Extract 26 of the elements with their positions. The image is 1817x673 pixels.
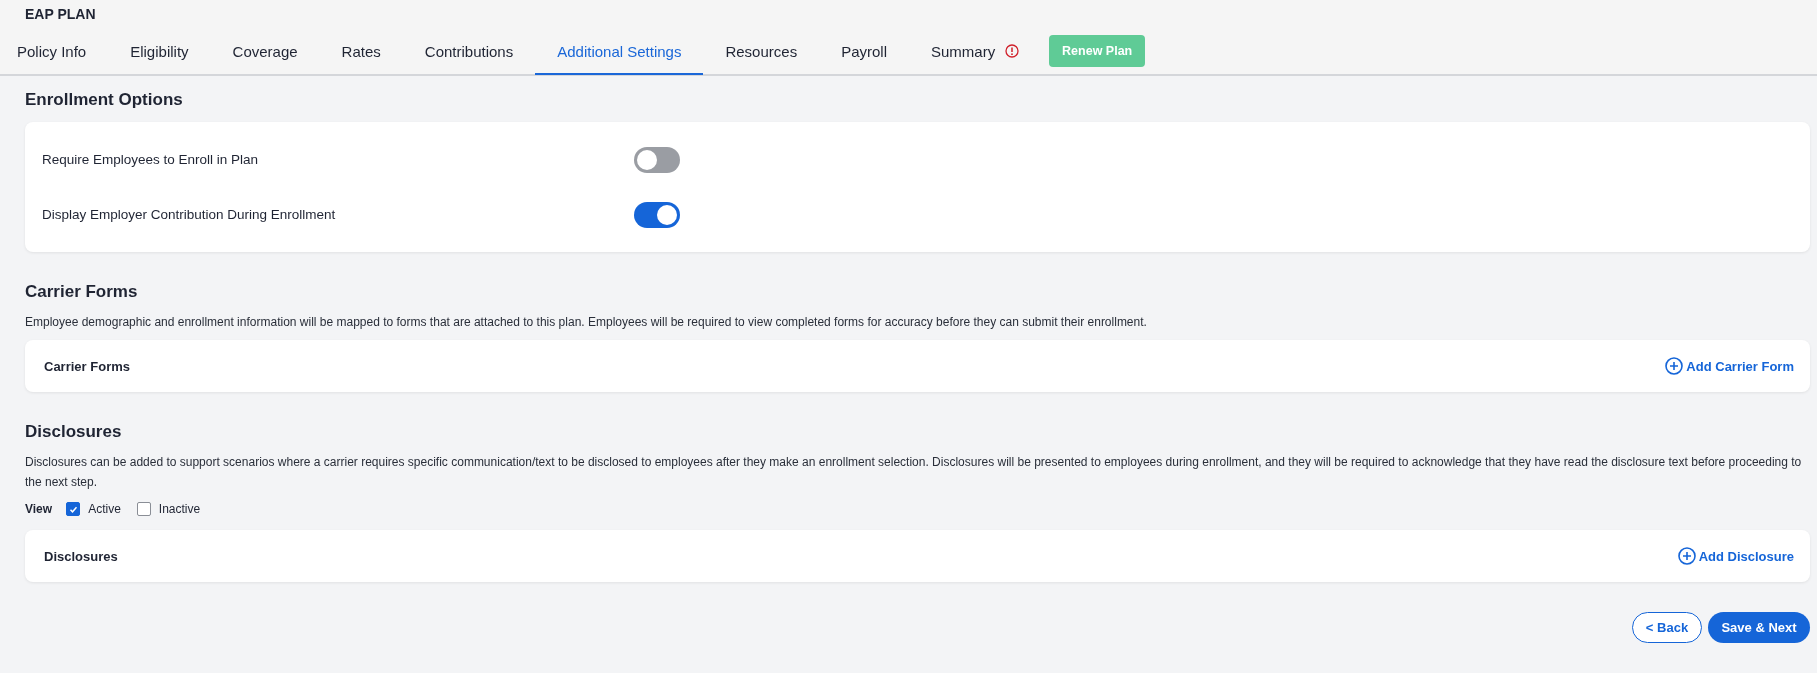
tab[interactable]: Policy Info — [0, 29, 109, 75]
section-heading: Enrollment Options — [25, 89, 184, 110]
section-heading: Carrier Forms — [25, 282, 139, 302]
card-title: Carrier Forms — [44, 358, 130, 374]
tab[interactable]: Summary — [909, 29, 1018, 75]
section-heading: Disclosures — [25, 422, 123, 442]
tab[interactable]: Payroll — [819, 29, 909, 75]
save-next-button[interactable]: Save & Next — [1708, 612, 1810, 643]
tab[interactable]: Eligibility — [108, 29, 211, 75]
tab[interactable]: Rates — [319, 29, 403, 75]
plan-title: EAP PLAN — [24, 5, 97, 24]
view-label: View — [25, 502, 53, 516]
tab[interactable]: Additional Settings — [535, 29, 704, 75]
tab[interactable]: Contributions — [402, 29, 536, 75]
back-button[interactable]: < Back — [1632, 612, 1702, 643]
section-description: Employee demographic and enrollment information will be mapped to forms that are attached to this plan. Employees will be required to view completed forms for accuracy before they can submit their enrollment. — [25, 314, 1148, 331]
card-title: Disclosures — [44, 548, 118, 564]
section-description: Disclosures can be added to support scenarios where a carrier requires specific communication/text to be disclosed to employees after they make an enrollment selection. Disclosures will be presented to employees during enrollment, and they will be required to acknowledge that they have read the disclosure text before proceeding to the next step. — [25, 454, 1803, 491]
tab[interactable]: Resources — [703, 29, 820, 75]
setting-label: Display Employer Contribution During Enrollment — [42, 207, 337, 222]
add-link[interactable]: Add Carrier Form — [1665, 357, 1794, 375]
checkbox-label: Inactive — [158, 502, 201, 516]
tab[interactable]: Coverage — [210, 29, 320, 75]
checkbox-label: Active — [88, 502, 121, 516]
setting-label: Require Employees to Enroll in Plan — [42, 152, 260, 167]
add-link[interactable]: Add Disclosure — [1677, 547, 1794, 565]
